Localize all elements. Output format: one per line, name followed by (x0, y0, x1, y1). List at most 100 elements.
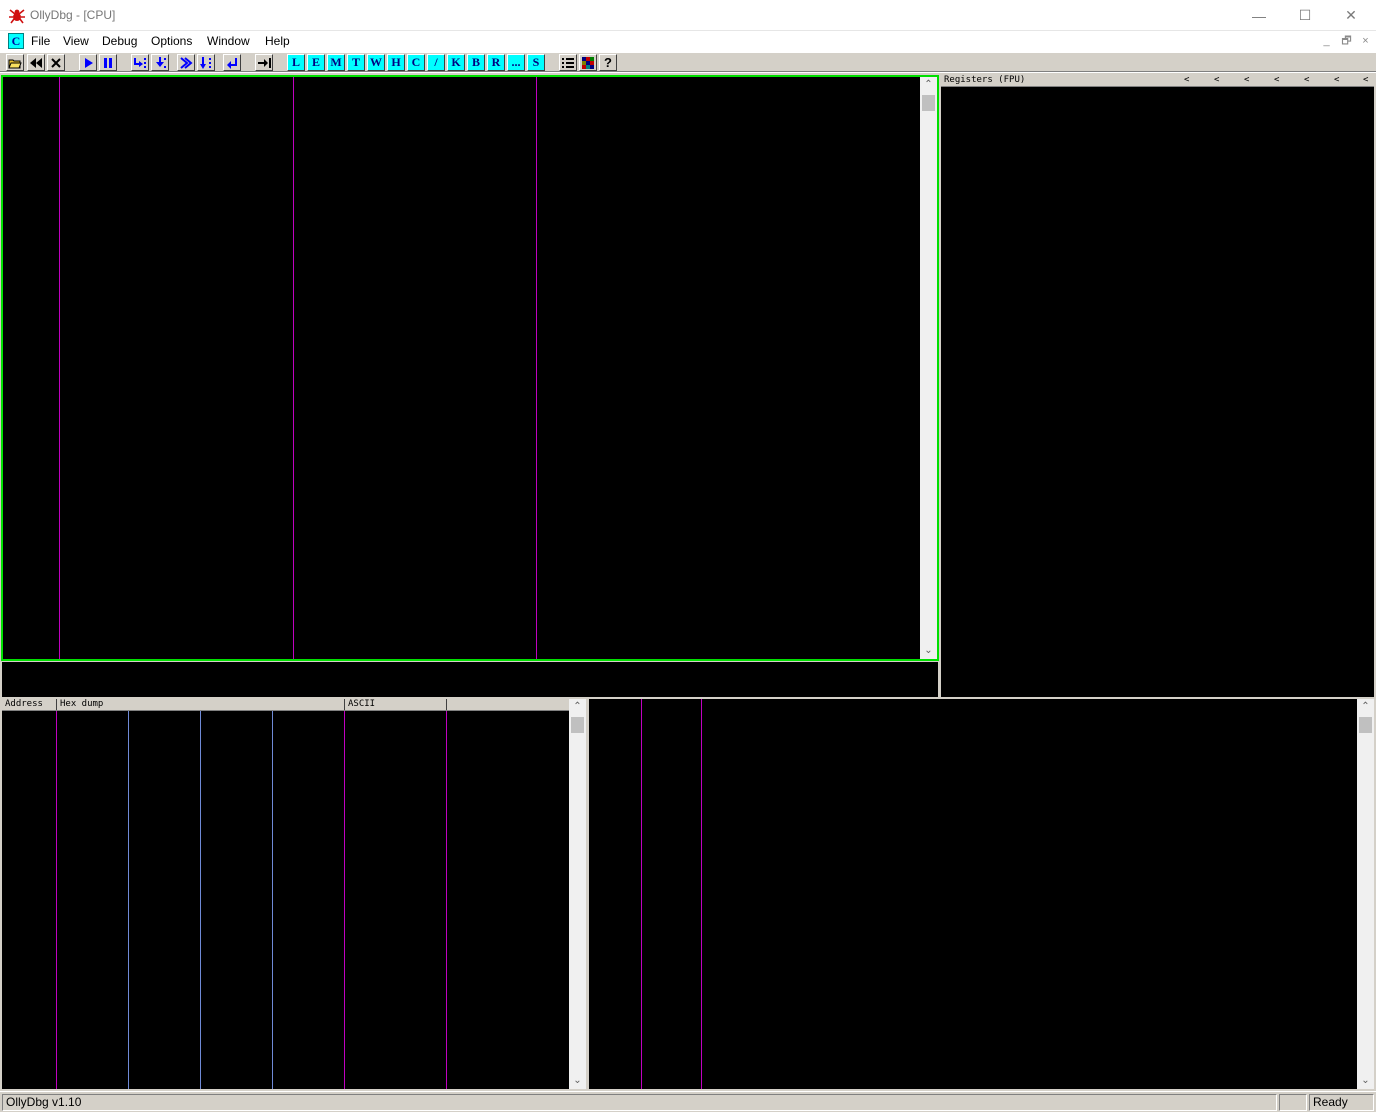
ollydbg-bug-icon (9, 9, 25, 24)
menu-debug[interactable]: Debug (102, 34, 137, 48)
status-state: Ready (1309, 1094, 1374, 1111)
disassembly-pane[interactable]: ⌃ ⌄ (1, 75, 939, 661)
breakpoints-window-button[interactable]: B (467, 54, 485, 71)
column-header-address[interactable]: Address (2, 699, 57, 710)
registers-header[interactable]: Registers (FPU) < < < < < < < (941, 75, 1374, 87)
info-pane[interactable] (2, 662, 938, 697)
pause-button[interactable] (99, 54, 117, 71)
color-grid-icon (582, 56, 594, 69)
column-separator[interactable] (536, 77, 537, 659)
memory-window-button[interactable]: M (327, 54, 345, 71)
go-to-icon (258, 57, 271, 68)
status-bar: OllyDbg v1.10 Ready (0, 1091, 1376, 1112)
question-mark-icon: ? (604, 55, 612, 70)
register-view-arrow[interactable]: < (1214, 75, 1219, 86)
status-spacer (1279, 1094, 1307, 1111)
run-trace-window-button[interactable]: ... (507, 54, 525, 71)
hex-group-separator (128, 711, 129, 1089)
dump-scrollbar[interactable]: ⌃ ⌄ (569, 699, 586, 1089)
execute-till-return-button[interactable] (223, 54, 241, 71)
register-view-arrow[interactable]: < (1334, 75, 1339, 86)
menu-view[interactable]: View (63, 34, 89, 48)
toolbar: L E M T W H C / K B R ... S ? (0, 52, 1376, 72)
column-separator[interactable] (59, 77, 60, 659)
close-program-button[interactable] (47, 54, 65, 71)
column-separator (641, 699, 642, 1089)
minimize-icon: — (1252, 7, 1266, 24)
mdi-restore-button[interactable]: 🗗 (1338, 34, 1355, 48)
disassembly-scrollbar[interactable]: ⌃ ⌄ (920, 77, 937, 659)
modules-window-button[interactable]: E (307, 54, 325, 71)
scroll-up-icon[interactable]: ⌃ (920, 77, 937, 93)
scroll-thumb[interactable] (922, 95, 935, 111)
patches-window-button[interactable]: / (427, 54, 445, 71)
scroll-up-icon[interactable]: ⌃ (1357, 699, 1374, 715)
menu-help[interactable]: Help (265, 34, 290, 48)
handles-window-button[interactable]: H (387, 54, 405, 71)
open-folder-icon (8, 59, 22, 68)
column-header-ascii[interactable]: ASCII (345, 699, 447, 710)
scroll-thumb[interactable] (1359, 717, 1372, 733)
cpu-workspace: ⌃ ⌄ Registers (FPU) < < < < < < < Addres… (0, 73, 1376, 1091)
scroll-down-icon[interactable]: ⌄ (1357, 1073, 1374, 1089)
stack-pane[interactable]: ⌃ ⌄ (589, 699, 1374, 1089)
close-button[interactable]: ✕ (1328, 0, 1374, 31)
register-view-arrow[interactable]: < (1274, 75, 1279, 86)
cpu-window-icon[interactable]: C (8, 33, 24, 49)
run-button[interactable] (79, 54, 97, 71)
log-window-button[interactable]: L (287, 54, 305, 71)
maximize-icon: ☐ (1298, 7, 1312, 23)
stack-scrollbar[interactable]: ⌃ ⌄ (1357, 699, 1374, 1089)
cpu-window-button[interactable]: C (407, 54, 425, 71)
step-over-button[interactable] (151, 54, 169, 71)
scroll-down-icon[interactable]: ⌄ (920, 643, 937, 659)
registers-title[interactable]: Registers (FPU) (944, 75, 1025, 86)
mdi-close-button[interactable]: × (1357, 34, 1374, 48)
register-view-arrow[interactable]: < (1363, 75, 1368, 86)
call-stack-window-button[interactable]: K (447, 54, 465, 71)
menu-file[interactable]: File (31, 34, 50, 48)
column-header-hex-dump[interactable]: Hex dump (57, 699, 345, 710)
dump-header: Address Hex dump ASCII (2, 699, 569, 711)
close-icon: ✕ (1345, 7, 1357, 23)
colors-button[interactable] (579, 54, 597, 71)
go-to-origin-button[interactable] (255, 54, 273, 71)
references-window-button[interactable]: R (487, 54, 505, 71)
scroll-thumb[interactable] (571, 717, 584, 733)
help-button[interactable]: ? (599, 54, 617, 71)
threads-window-button[interactable]: T (347, 54, 365, 71)
animate-into-button[interactable] (177, 54, 195, 71)
status-message: OllyDbg v1.10 (2, 1094, 1277, 1111)
rewind-icon (30, 57, 42, 68)
step-over-icon (156, 56, 166, 68)
menu-window[interactable]: Window (207, 34, 250, 48)
return-arrow-icon (227, 57, 237, 69)
restart-button[interactable] (27, 54, 45, 71)
source-window-button[interactable]: S (527, 54, 545, 71)
step-into-button[interactable] (131, 54, 149, 71)
animate-over-button[interactable] (197, 54, 215, 71)
register-view-arrow[interactable]: < (1184, 75, 1189, 86)
mdi-minimize-button[interactable]: _ (1318, 34, 1335, 48)
play-icon (85, 57, 93, 68)
dump-pane[interactable]: Address Hex dump ASCII ⌃ ⌄ (2, 699, 586, 1089)
register-view-arrow[interactable]: < (1304, 75, 1309, 86)
register-view-arrow[interactable]: < (1244, 75, 1249, 86)
list-icon (562, 57, 574, 68)
appearance-button[interactable] (559, 54, 577, 71)
scroll-down-icon[interactable]: ⌄ (569, 1073, 586, 1089)
column-separator (446, 711, 447, 1089)
pause-icon (104, 57, 112, 68)
step-into-icon (134, 57, 146, 68)
windows-window-button[interactable]: W (367, 54, 385, 71)
maximize-button[interactable]: ☐ (1282, 0, 1328, 31)
open-button[interactable] (6, 54, 24, 71)
minimize-button[interactable]: — (1236, 0, 1282, 31)
column-separator (56, 711, 57, 1089)
registers-pane[interactable]: Registers (FPU) < < < < < < < (941, 75, 1374, 697)
column-separator[interactable] (293, 77, 294, 659)
window-title: OllyDbg - [CPU] (30, 8, 116, 22)
menu-options[interactable]: Options (151, 34, 192, 48)
scroll-up-icon[interactable]: ⌃ (569, 699, 586, 715)
animate-into-icon (180, 56, 193, 69)
